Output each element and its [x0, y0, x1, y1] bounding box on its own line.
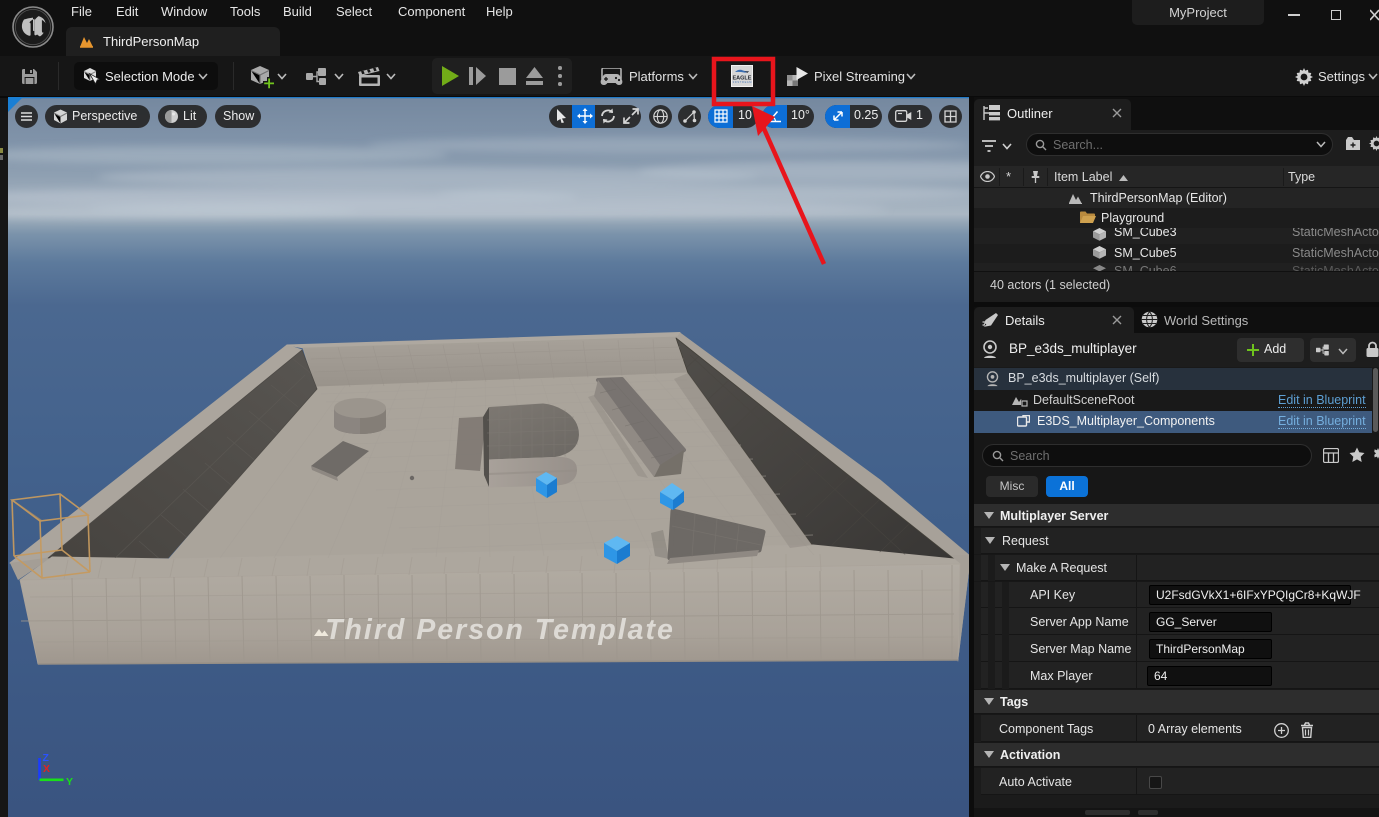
svg-text:X: X: [43, 763, 50, 775]
svg-text:Third Person Template: Third Person Template: [325, 614, 675, 646]
svg-text:3 D S T R E A M: 3 D S T R E A M: [733, 80, 752, 84]
svg-text:Y: Y: [66, 776, 73, 788]
